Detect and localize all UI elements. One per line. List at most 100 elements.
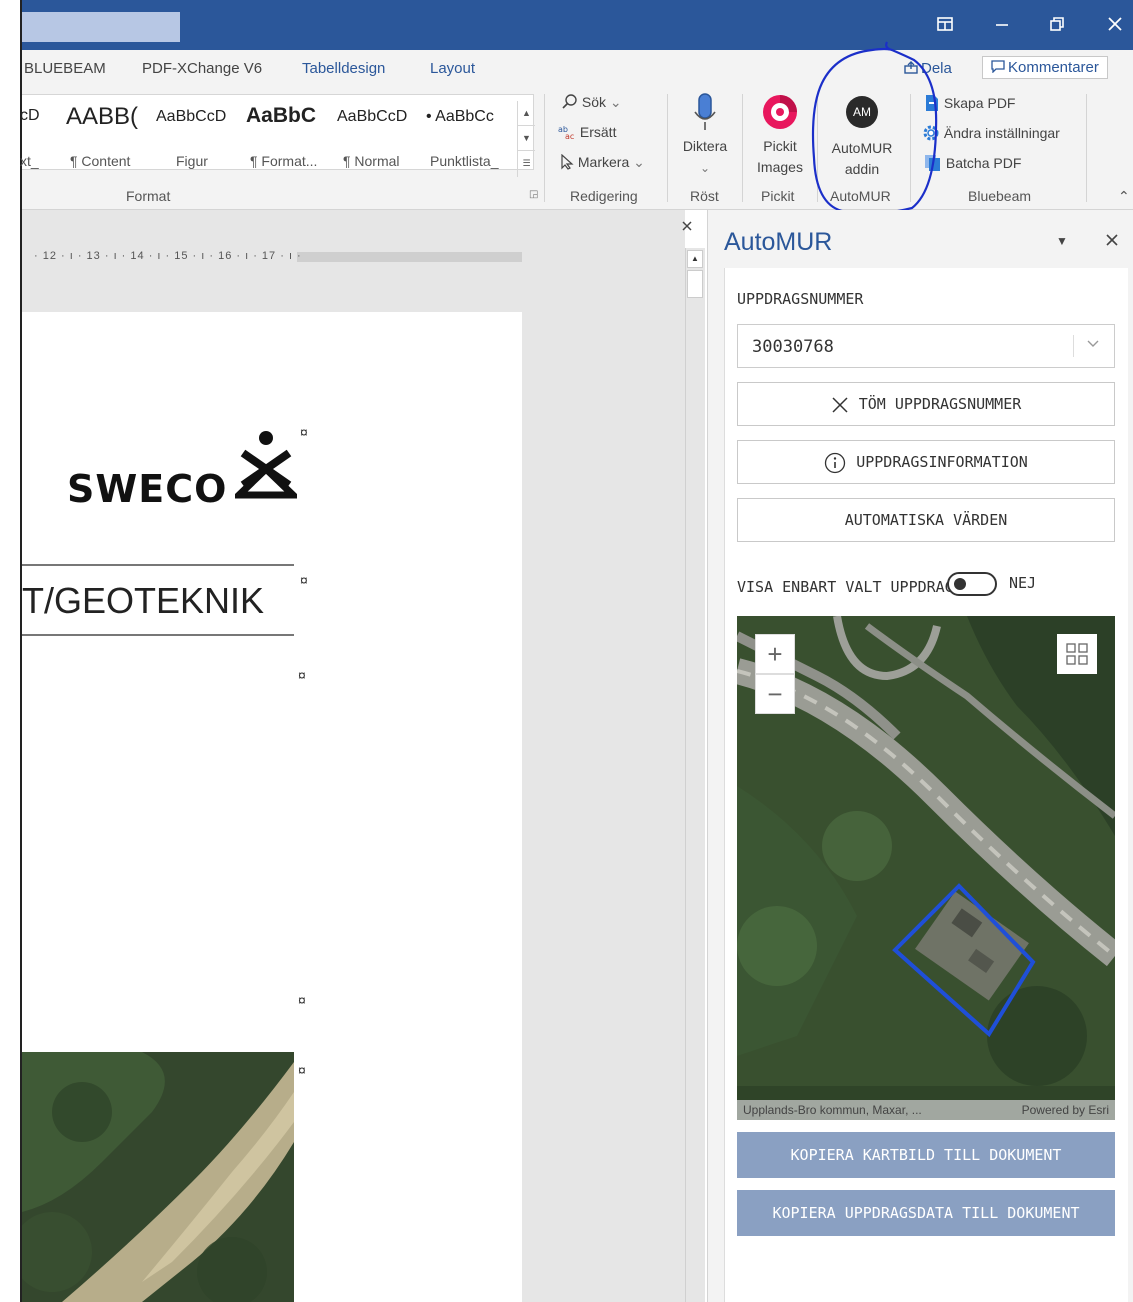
assignment-info-label: UPPDRAGSINFORMATION (856, 453, 1028, 471)
map-attribution-sources: Upplands-Bro kommun, Maxar, ... (743, 1103, 922, 1117)
document-heading: T/GEOTEKNIK (22, 580, 265, 621)
map-view[interactable]: + − Upplands-Bro kommun, Maxar, ... Powe… (737, 616, 1115, 1120)
divider (22, 564, 294, 566)
paragraph-mark: ¤ (298, 667, 306, 683)
collapse-ribbon-icon[interactable]: ⌃ (1118, 188, 1130, 205)
tab-pdf-xchange[interactable]: PDF-XChange V6 (142, 60, 262, 77)
group-label-pickit: Pickit (761, 188, 795, 204)
pane-content: UPPDRAGSNUMMER 30030768 TÖM UPPDRAGSNUMM… (724, 268, 1128, 1302)
document-page[interactable]: ¤ SWECO ¤ T/GEOTEKNIK ¤ ¤ ¤ (22, 312, 522, 1302)
ribbon-tabs: BLUEBEAM PDF-XChange V6 Tabelldesign Lay… (22, 50, 1133, 88)
assignment-number-combobox[interactable]: 30030768 (737, 324, 1115, 368)
document-area: · 12 · ı · 13 · ı · 14 · ı · 15 · ı · 16… (22, 210, 692, 1302)
close-icon[interactable] (1100, 10, 1130, 40)
inserted-map-image[interactable] (22, 1052, 294, 1302)
scroll-thumb[interactable] (687, 270, 703, 298)
ruler-numbers: · 12 · ı · 13 · ı · 14 · ı · 15 · ı · 16… (34, 250, 302, 262)
show-selected-only-label: VISA ENBART VALT UPPDRAG (737, 578, 954, 596)
separator (742, 94, 743, 202)
style-sample: AaBbCcD (156, 108, 227, 125)
replace-button[interactable]: ab ac Ersätt (558, 124, 616, 141)
comments-button[interactable]: Kommentarer (982, 56, 1108, 79)
style-item[interactable]: AaBbCcD Figur (156, 103, 227, 169)
gallery-up-icon[interactable]: ▲ (518, 101, 535, 126)
comment-icon (991, 60, 1005, 74)
styles-gallery: cD xt_ AABB( ¶ Content AaBbCcD Figur AaB… (20, 94, 535, 177)
title-bar (22, 0, 1133, 50)
tab-layout[interactable]: Layout (430, 60, 475, 77)
find-label: Sök (581, 94, 607, 110)
scroll-up-icon[interactable]: ▲ (687, 250, 703, 268)
style-sample: AaBbC (246, 104, 317, 127)
restore-icon[interactable] (1042, 10, 1072, 40)
tab-table-design[interactable]: Tabelldesign (302, 60, 385, 77)
group-label-format: Format (126, 188, 171, 204)
sweco-figure-icon (235, 431, 297, 499)
toggle-knob (954, 578, 966, 590)
assignment-info-button[interactable]: UPPDRAGSINFORMATION (737, 440, 1115, 484)
copy-map-to-document-button[interactable]: KOPIERA KARTBILD TILL DOKUMENT (737, 1132, 1115, 1178)
clear-assignment-button[interactable]: TÖM UPPDRAGSNUMMER (737, 382, 1115, 426)
map-powered-by[interactable]: Powered by Esri (1022, 1100, 1109, 1120)
pane-close-icon[interactable] (1106, 230, 1118, 251)
title-search-box[interactable] (22, 12, 180, 42)
group-label-bluebeam: Bluebeam (968, 188, 1032, 204)
map-attribution: Upplands-Bro kommun, Maxar, ... Powered … (737, 1100, 1115, 1120)
dictate-button[interactable]: Diktera ⌄ (677, 92, 733, 179)
ruler-margin (297, 252, 522, 262)
horizontal-ruler: · 12 · ı · 13 · ı · 14 · ı · 15 · ı · 16… (22, 247, 522, 267)
style-name: Punktlista_ (430, 153, 499, 169)
style-item[interactable]: cD xt_ (20, 103, 40, 169)
gallery-more-icon[interactable]: ☰ (518, 151, 535, 176)
assignment-number-value: 30030768 (752, 337, 834, 357)
paragraph-mark: ¤ (298, 1062, 306, 1078)
pane-options-icon[interactable]: ▼ (1056, 234, 1068, 248)
chevron-down-icon[interactable] (1086, 335, 1100, 351)
style-item[interactable]: • AaBbCc Punktlista_ (426, 103, 498, 169)
search-icon (562, 94, 577, 109)
zoom-out-icon[interactable]: − (755, 674, 795, 714)
gallery-down-icon[interactable]: ▼ (518, 126, 535, 151)
style-name: ¶ Normal (343, 153, 400, 169)
style-item[interactable]: AaBbC ¶ Format... (246, 103, 317, 169)
close-pane-x-icon[interactable] (682, 218, 692, 236)
minimize-icon[interactable] (987, 10, 1017, 40)
style-sample: • AaBbCc (426, 108, 494, 125)
sweco-wordmark: SWECO (67, 467, 228, 511)
style-item[interactable]: AaBbCcD ¶ Normal (337, 103, 408, 169)
paragraph-mark: ¤ (300, 424, 308, 440)
find-button[interactable]: Sök ⌄ (562, 94, 622, 111)
dictate-label: Diktera (682, 138, 728, 154)
assignment-number-label: UPPDRAGSNUMMER (737, 290, 864, 308)
automatic-values-button[interactable]: AUTOMATISKA VÄRDEN (737, 498, 1115, 542)
basemap-gallery-icon[interactable] (1057, 634, 1097, 674)
style-name: ¶ Content (70, 153, 131, 169)
clear-assignment-label: TÖM UPPDRAGSNUMMER (858, 395, 1022, 413)
create-pdf-label: Skapa PDF (943, 95, 1016, 111)
gallery-scroll[interactable]: ▲ ▼ ☰ (517, 101, 535, 177)
vertical-scrollbar[interactable]: ▲ (685, 248, 705, 1302)
zoom-in-icon[interactable]: + (755, 634, 795, 674)
microphone-icon (694, 93, 716, 130)
ribbon-display-options-icon[interactable] (930, 10, 960, 40)
screen-bezel (0, 0, 22, 1302)
paragraph-mark: ¤ (300, 572, 308, 588)
batch-pdf-label: Batcha PDF (945, 155, 1022, 171)
info-icon (825, 452, 846, 473)
separator (544, 94, 545, 202)
dialog-launcher-icon[interactable]: ◲ (529, 189, 538, 200)
cursor-arrow-icon (561, 153, 574, 170)
ribbon-body: cD xt_ AABB( ¶ Content AaBbCcD Figur AaB… (20, 41, 1133, 215)
copy-assignment-data-button[interactable]: KOPIERA UPPDRAGSDATA TILL DOKUMENT (737, 1190, 1115, 1236)
show-selected-only-toggle[interactable] (947, 572, 997, 596)
tab-bluebeam[interactable]: BLUEBEAM (24, 60, 106, 77)
comments-label: Kommentarer (1008, 59, 1099, 76)
separator (1086, 94, 1087, 202)
style-item[interactable]: AABB( ¶ Content (66, 103, 138, 169)
combobox-divider (1073, 335, 1074, 357)
toggle-state-label: NEJ (1009, 574, 1037, 592)
replace-icon: abac (558, 125, 574, 141)
change-settings-label: Ändra inställningar (943, 125, 1060, 141)
style-sample: AaBbCcD (337, 108, 408, 125)
select-button[interactable]: Markera ⌄ (560, 153, 645, 171)
